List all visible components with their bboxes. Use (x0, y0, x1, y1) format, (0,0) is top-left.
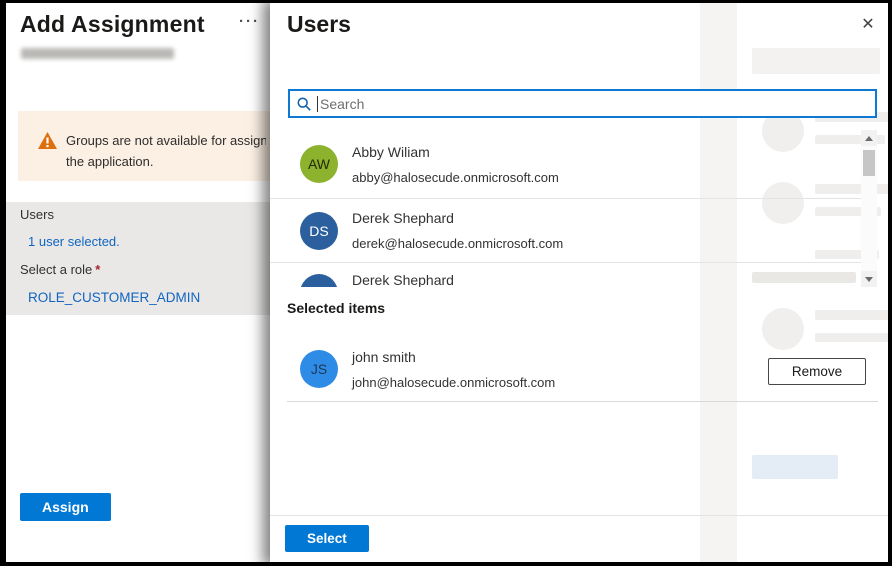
remove-button[interactable]: Remove (768, 358, 866, 385)
warning-line-2: the application. (66, 151, 266, 172)
ghost-artifact (752, 48, 880, 74)
role-value-link[interactable]: ROLE_CUSTOMER_ADMIN (28, 290, 200, 305)
ghost-artifact (815, 310, 892, 320)
avatar: DS (300, 274, 338, 287)
user-row[interactable]: AW Abby Wiliam abby@halosecude.onmicroso… (270, 130, 861, 199)
list-scrollbar[interactable] (861, 130, 877, 287)
arrow-up-icon (865, 136, 873, 141)
add-assignment-panel: Add Assignment ··· Groups are not availa… (0, 0, 270, 566)
warning-message: Groups are not available for assign the … (66, 130, 266, 172)
users-selected-link[interactable]: 1 user selected. (28, 234, 120, 249)
close-button[interactable]: ✕ (856, 13, 880, 37)
arrow-down-icon (865, 277, 873, 282)
users-field-label: Users (20, 207, 54, 222)
warning-line-1: Groups are not available for assign (66, 130, 266, 151)
section-divider (287, 401, 878, 402)
scroll-down-button[interactable] (861, 271, 877, 287)
user-row[interactable]: DS Derek Shephard derek@halosecude.onmic… (270, 200, 861, 263)
selected-items-heading: Selected items (287, 300, 385, 316)
required-asterisk: * (95, 262, 100, 277)
warning-banner: Groups are not available for assign the … (18, 111, 270, 181)
warning-icon (38, 132, 57, 149)
scroll-up-button[interactable] (861, 130, 877, 146)
avatar: JS (300, 350, 338, 388)
selected-user-name: john smith (352, 349, 416, 365)
user-list: AW Abby Wiliam abby@halosecude.onmicroso… (270, 130, 861, 287)
user-row[interactable]: DS Derek Shephard (270, 264, 861, 287)
user-name: Abby Wiliam (352, 144, 430, 160)
flyout-title: Users (287, 11, 351, 38)
avatar: AW (300, 145, 338, 183)
user-email: abby@halosecude.onmicrosoft.com (352, 170, 559, 185)
page-title: Add Assignment (20, 11, 205, 38)
ghost-artifact (752, 455, 838, 479)
search-box[interactable] (288, 89, 877, 118)
role-label-text: Select a role (20, 262, 92, 277)
ghost-artifact (815, 333, 892, 342)
screen: Add Assignment ··· Groups are not availa… (0, 0, 892, 566)
footer-divider (270, 515, 892, 516)
selected-item-row: JS john smith john@halosecude.onmicrosof… (270, 342, 892, 402)
redacted-subtitle (21, 48, 174, 59)
close-icon: ✕ (861, 16, 874, 33)
avatar: DS (300, 212, 338, 250)
assignment-form-section: Users 1 user selected. Select a role* RO… (0, 202, 270, 315)
selected-user-email: john@halosecude.onmicrosoft.com (352, 375, 555, 390)
search-input[interactable] (318, 96, 875, 112)
select-button[interactable]: Select (285, 525, 369, 552)
more-options-button[interactable]: ··· (239, 13, 260, 30)
user-email: derek@halosecude.onmicrosoft.com (352, 236, 563, 251)
user-name: Derek Shephard (352, 272, 454, 287)
role-field-label: Select a role* (20, 262, 100, 277)
assign-button[interactable]: Assign (20, 493, 111, 521)
search-icon (297, 97, 311, 111)
scroll-thumb[interactable] (863, 150, 875, 176)
users-flyout-panel: Users ✕ AW Abby Wiliam abby@halosecude.o… (270, 0, 892, 566)
user-name: Derek Shephard (352, 210, 454, 226)
